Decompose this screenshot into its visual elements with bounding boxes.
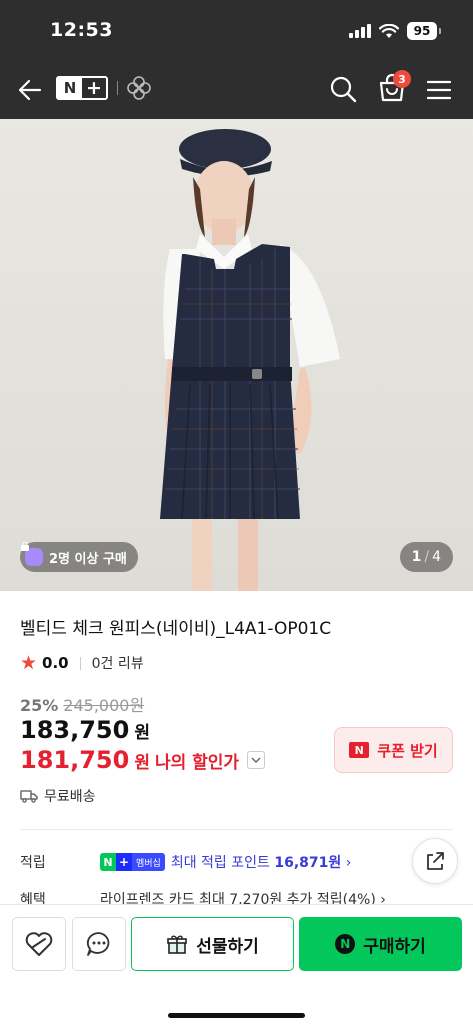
buy-button-label: 구매하기 [363,936,426,957]
top-bar: 12:53 95 N + 3 [0,0,473,119]
status-time: 12:53 [50,19,113,41]
points-label: 적립 [20,855,46,871]
page-indicator: 1 / 4 [399,542,453,572]
logo-plus: + [86,77,102,99]
star-icon: ★ [20,651,38,674]
product-image-gallery[interactable]: 2명 이상 구매 1 / 4 [0,119,473,591]
points-amount: 16,871원 [274,855,342,871]
search-icon[interactable] [328,74,358,104]
product-title: 벨티드 체크 원피스(네이비)_L4A1-OP01C [20,619,332,639]
chat-icon [86,932,110,956]
group-badge-text: 2명 이상 구매 [49,551,127,567]
price-row: 183,750 원 [20,716,150,744]
status-icons: 95 [349,22,441,40]
points-text[interactable]: 최대 적립 포인트 16,871원 › [171,852,351,872]
discount-rate: 25% [20,696,59,715]
my-price-unit: 원 [134,752,150,773]
points-row[interactable]: 적립 N + 멤버십 최대 적립 포인트 16,871원 › [20,849,400,875]
shipping-row: 무료배송 [20,786,96,806]
buy-button[interactable]: N 구매하기 [299,917,462,971]
menu-icon[interactable] [425,76,453,104]
bag-icon [21,542,43,566]
rating-divider [79,656,81,670]
sale-price: 183,750 [20,716,130,744]
logo-n: N [58,78,82,98]
rating-row[interactable]: ★ 0.0 0건 리뷰 [20,653,144,673]
wifi-icon [379,23,399,38]
coupon-n-icon: N [349,742,370,758]
naver-plus-logo[interactable]: N + [56,76,108,100]
gift-icon [167,935,188,954]
gift-button-label: 선물하기 [196,936,259,957]
battery-icon: 95 [407,22,441,40]
page-separator: / [424,549,430,565]
my-price-row[interactable]: 181,750 원 나의 할인가 [20,746,266,774]
coupon-button[interactable]: N 쿠폰 받기 [334,727,453,773]
my-discount-price: 181,750 [20,746,130,774]
naver-plus-membership-badge: N + 멤버십 [100,853,165,871]
np-badge-membership: 멤버십 [132,853,165,871]
gift-button[interactable]: 선물하기 [131,917,294,971]
share-button[interactable] [412,838,458,884]
price-unit: 원 [134,723,150,743]
signal-icon [349,24,371,38]
status-bar: 12:53 95 [0,0,473,62]
np-badge-plus: + [116,853,132,871]
share-icon [427,852,444,870]
chevron-down-icon[interactable] [247,751,266,769]
back-arrow-icon [18,79,42,101]
page-total: 4 [432,549,441,565]
bottom-action-bar: 선물하기 N 구매하기 [0,904,473,1024]
chat-button[interactable] [72,917,126,971]
heart-plus-icon [25,932,53,956]
section-divider [20,829,453,830]
np-badge-n: N [100,853,116,871]
app-header: N + 3 [0,62,473,119]
coupon-button-label: 쿠폰 받기 [377,741,438,760]
points-desc: 최대 적립 포인트 [170,855,270,871]
page-current: 1 [411,549,422,565]
chevron-right-icon: › [345,855,352,871]
review-count[interactable]: 0건 리뷰 [92,653,144,673]
group-purchase-badge: 2명 이상 구매 [20,542,138,572]
home-indicator[interactable] [168,1013,305,1018]
brand-clover-icon[interactable] [126,75,152,101]
original-price: 245,000원 [63,696,145,715]
discount-row: 25% 245,000원 [20,692,144,716]
wishlist-button[interactable] [12,917,66,971]
my-price-label: 나의 할인가 [154,752,240,773]
truck-icon [20,790,38,803]
shipping-text: 무료배송 [44,789,96,805]
product-photo [160,129,340,591]
back-button[interactable] [14,74,46,106]
logo-divider [117,81,118,95]
cart-count-badge: 3 [393,70,411,88]
rating-value: 0.0 [42,654,69,672]
naver-pay-n-icon: N [335,934,356,954]
